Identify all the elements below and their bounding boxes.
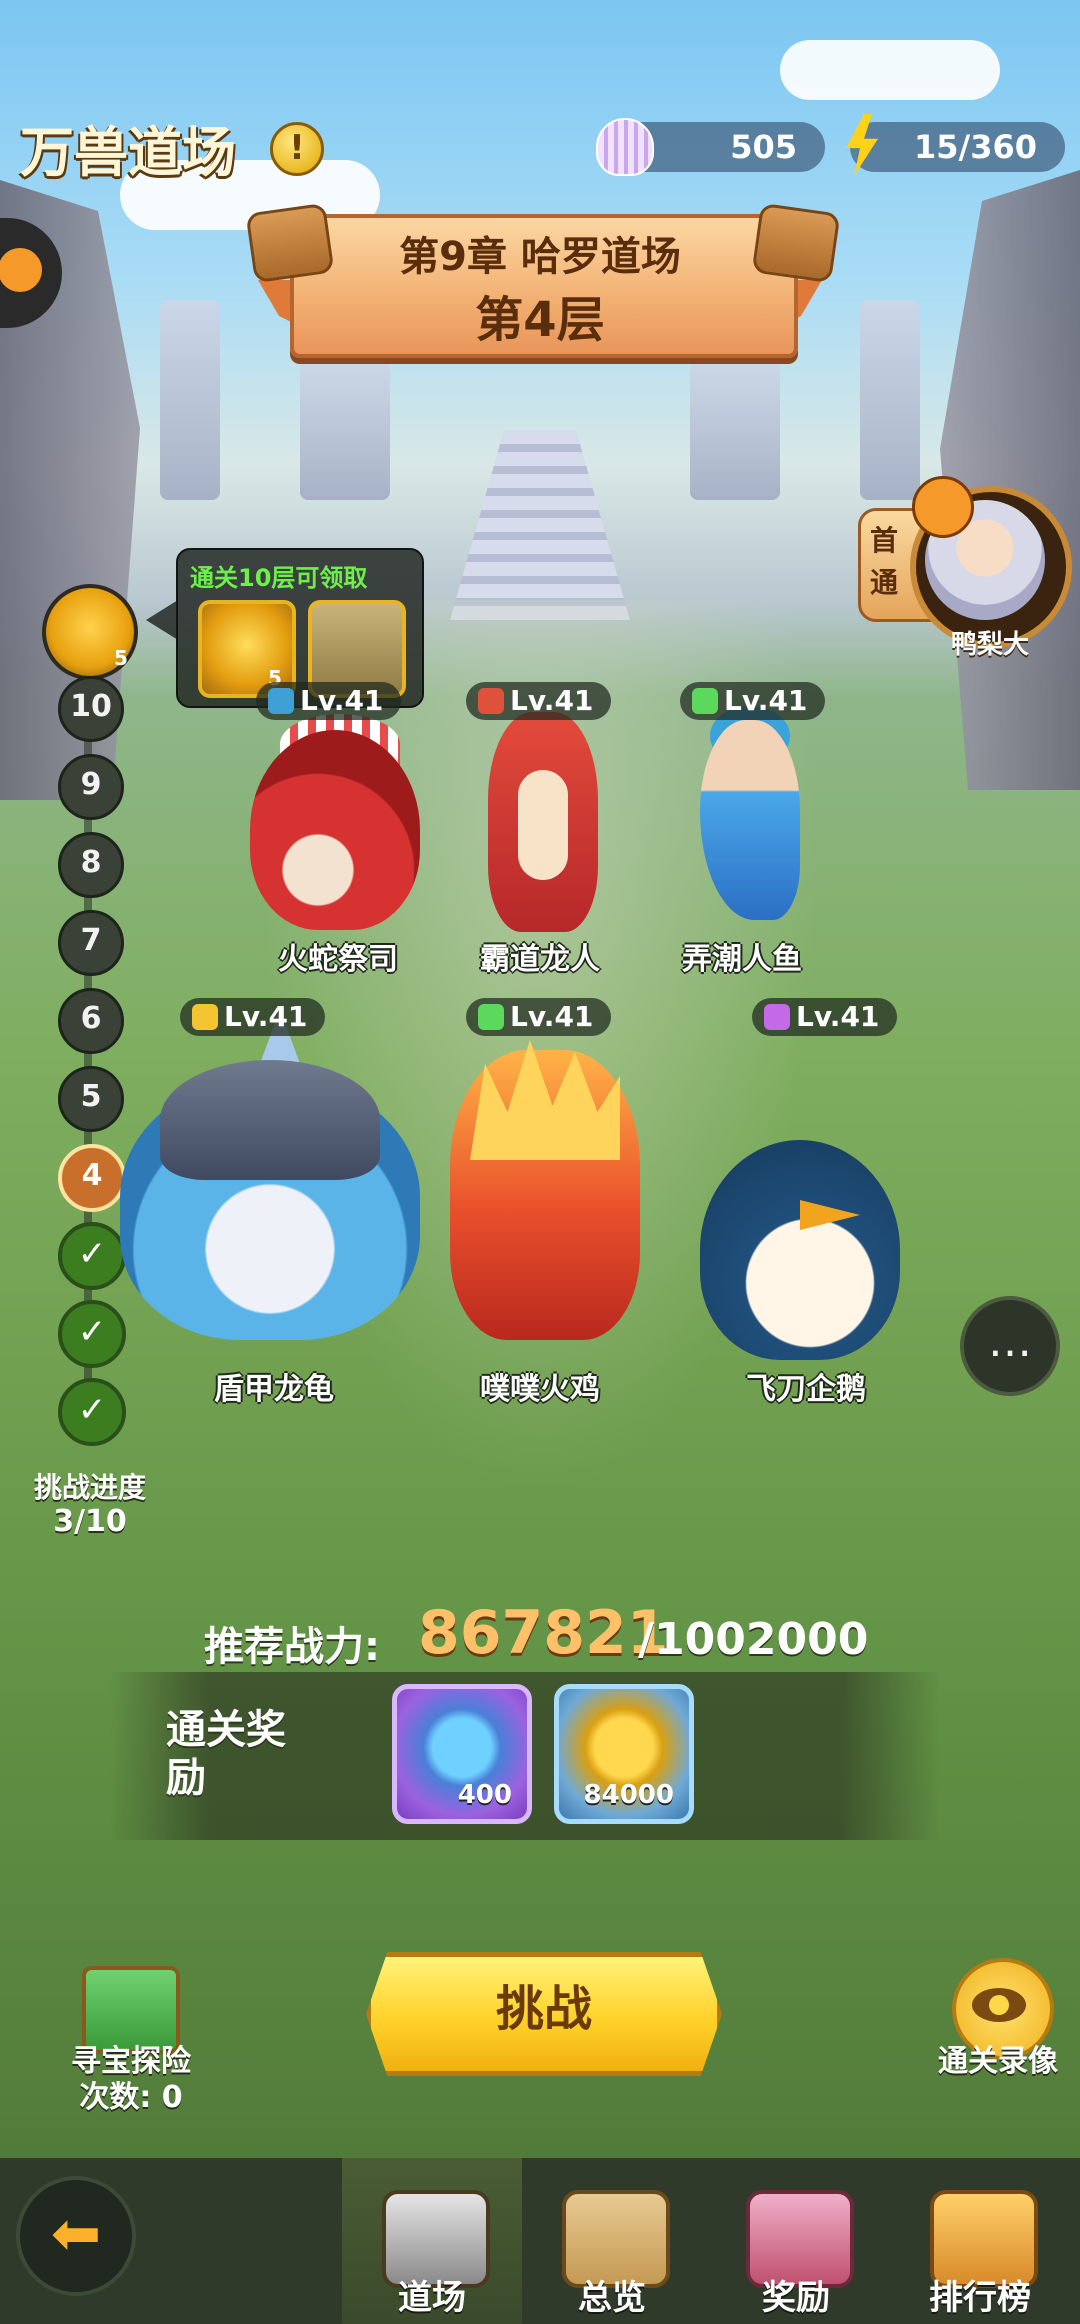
progress-node-7: 7 <box>58 910 124 976</box>
current-power-value: 867821 <box>418 1598 669 1668</box>
reward-quantity: 400 <box>457 1780 512 1810</box>
temple-pillar <box>860 300 920 500</box>
progress-node-8: 8 <box>58 832 124 898</box>
eye-pupil <box>989 1995 1009 2015</box>
nav-item-overview[interactable]: 总览 <box>522 2270 702 2319</box>
chapter-title: 第9章 哈罗道场 <box>399 234 681 280</box>
element-gem-icon <box>692 688 718 714</box>
treasure-hunt-count: 次数: 0 <box>79 2080 183 2115</box>
back-button[interactable]: ⬅ <box>16 2176 136 2296</box>
nav-item-leaderboard[interactable]: 排行榜 <box>890 2270 1070 2319</box>
turtle-helmet <box>160 1060 380 1180</box>
progress-node-cleared <box>58 1300 126 1368</box>
first-clear-label: 首 通 <box>870 520 910 604</box>
monster-level-tag: Lv.41 <box>256 682 402 720</box>
tooltip-text: 通关10层可领取 <box>190 564 368 592</box>
chat-button[interactable]: … <box>960 1296 1060 1396</box>
back-arrow-icon: ⬅ <box>50 2199 102 2269</box>
shell-count: 505 <box>730 128 797 166</box>
monster-level: Lv.41 <box>510 1000 594 1033</box>
monster-name: 火蛇祭司 <box>278 942 398 977</box>
knife-penguin-figure[interactable] <box>700 1140 900 1360</box>
element-gem-icon <box>478 688 504 714</box>
clear-reward-title: 通关奖励 <box>166 1707 286 1801</box>
element-gem-icon <box>478 1004 504 1030</box>
monster-level-tag: Lv.41 <box>680 682 826 720</box>
nav-item-rewards[interactable]: 奖励 <box>706 2270 886 2319</box>
monster-level: Lv.41 <box>300 684 384 717</box>
progress-value: 3/10 <box>53 1504 127 1539</box>
energy-currency[interactable]: 15/360 <box>850 122 1065 172</box>
info-icon[interactable]: ! <box>270 122 324 176</box>
progress-label: 挑战进度 <box>33 1471 146 1504</box>
monster-name: 飞刀企鹅 <box>746 1372 866 1407</box>
first-clear-char-2: 通 <box>870 566 899 599</box>
progress-node-5: 5 <box>58 1066 124 1132</box>
progress-node-10: 10 <box>58 676 124 742</box>
energy-count: 15/360 <box>913 128 1037 166</box>
nav-item-dojo[interactable]: 道场 <box>342 2270 522 2319</box>
egg-reward-count: 5 <box>114 646 128 670</box>
element-gem-icon <box>192 1004 218 1030</box>
temple-pillar <box>160 300 220 500</box>
progress-node-6: 6 <box>58 988 124 1054</box>
monster-level-tag: Lv.41 <box>466 998 612 1036</box>
progress-node-4: 4 <box>58 1144 126 1212</box>
monster-name: 弄潮人鱼 <box>682 942 802 977</box>
required-power-value: /1002000 <box>638 1614 869 1665</box>
shell-icon <box>596 118 654 176</box>
progress-node-cleared <box>58 1222 126 1290</box>
element-gem-icon <box>764 1004 790 1030</box>
monster-level: Lv.41 <box>724 684 808 717</box>
floor-title: 第4层 <box>475 292 605 348</box>
monster-level-tag: Lv.41 <box>466 682 612 720</box>
pumpkin-badge-icon <box>912 476 974 538</box>
monster-name: 盾甲龙龟 <box>214 1372 334 1407</box>
monster-level: Lv.41 <box>510 684 594 717</box>
tooltip-arrow <box>146 600 178 640</box>
challenge-button[interactable]: 挑战 <box>366 1952 722 2076</box>
replay-label: 通关录像 <box>938 2044 1058 2079</box>
progress-node-cleared <box>58 1378 126 1446</box>
page-title: 万兽道场 <box>20 121 236 184</box>
fire-snake-priest-figure[interactable] <box>250 730 420 930</box>
temple-pillar <box>690 360 780 500</box>
chat-bubble-icon: … <box>988 1316 1032 1367</box>
right-cliff <box>940 170 1080 790</box>
progress-node-9: 9 <box>58 754 124 820</box>
monster-level-tag: Lv.41 <box>752 998 898 1036</box>
temple-pillar <box>300 360 390 500</box>
monster-level: Lv.41 <box>796 1000 880 1033</box>
monster-name: 霸道龙人 <box>480 942 600 977</box>
dragon-man-belly <box>518 770 568 880</box>
monster-level: Lv.41 <box>224 1000 308 1033</box>
first-clear-player-name: 鸭梨大 <box>950 630 1029 660</box>
recommended-power-label: 推荐战力: <box>204 1624 380 1670</box>
monster-level-tag: Lv.41 <box>180 998 326 1036</box>
temple-stairs <box>450 430 630 620</box>
element-gem-icon <box>268 688 294 714</box>
cloud <box>780 40 1000 100</box>
reward-quantity: 84000 <box>583 1780 674 1810</box>
first-clear-char-1: 首 <box>870 524 899 557</box>
monster-name: 噗噗火鸡 <box>480 1372 600 1407</box>
